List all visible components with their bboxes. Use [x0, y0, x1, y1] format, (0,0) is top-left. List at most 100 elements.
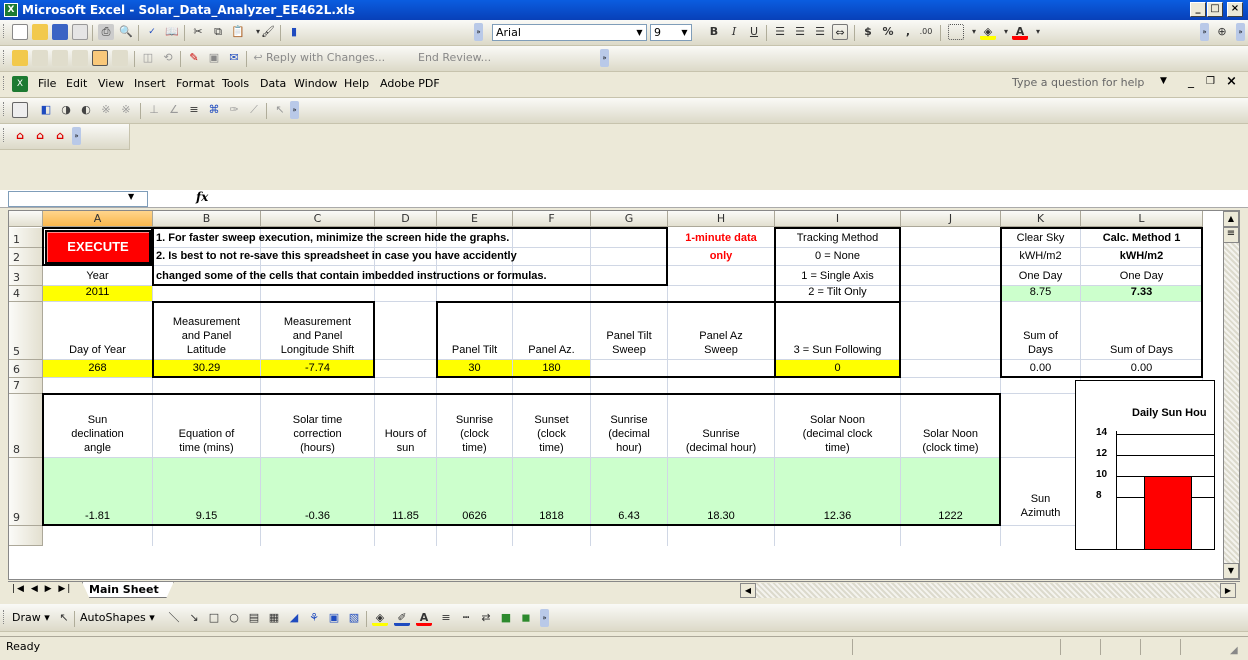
- data-table-icon[interactable]: ※: [98, 102, 114, 118]
- resize-grip[interactable]: ◢: [1230, 641, 1238, 660]
- cell-b8[interactable]: Equation of time (mins): [153, 394, 260, 457]
- cell-d9[interactable]: 11.85: [375, 458, 436, 525]
- workbook-close-icon[interactable]: ×: [1226, 74, 1237, 89]
- bold-icon[interactable]: B: [706, 24, 722, 40]
- underline-icon[interactable]: U: [746, 24, 762, 40]
- cell-h9[interactable]: 18.30: [668, 458, 774, 525]
- menu-data[interactable]: Data: [260, 76, 286, 92]
- font-color-dropdown-icon[interactable]: ▾: [1030, 24, 1046, 40]
- rectangle-icon[interactable]: □: [206, 610, 222, 626]
- cell-g8[interactable]: Sunrise (decimal hour): [591, 394, 667, 457]
- menu-insert[interactable]: Insert: [134, 76, 166, 92]
- toolbar-options-icon[interactable]: »: [290, 101, 299, 119]
- column-header-e[interactable]: E: [437, 211, 513, 227]
- font-name-combo[interactable]: Arial ▼: [492, 24, 647, 41]
- cell-h8[interactable]: Sunrise (decimal hour): [668, 394, 774, 457]
- shape-icon[interactable]: ⌘: [206, 102, 222, 118]
- row-header-8[interactable]: 8: [9, 394, 43, 458]
- new-icon[interactable]: [12, 24, 28, 40]
- cell-f9[interactable]: 1818: [513, 458, 590, 525]
- convert-and-email-icon[interactable]: ⌂: [32, 128, 48, 144]
- menu-format[interactable]: Format: [176, 76, 215, 92]
- select-all-corner[interactable]: [9, 211, 43, 227]
- 3d-icon[interactable]: ◼: [518, 610, 534, 626]
- column-header-l[interactable]: L: [1081, 211, 1203, 227]
- maximize-button[interactable]: □: [1207, 2, 1223, 17]
- column-header-f[interactable]: F: [513, 211, 591, 227]
- cell-i2[interactable]: 0 = None: [775, 248, 900, 265]
- shadow-icon[interactable]: ■: [498, 610, 514, 626]
- workbook-icon[interactable]: X: [12, 76, 28, 92]
- show-all-comments-icon[interactable]: [92, 50, 108, 66]
- increase-decimal-icon[interactable]: .00: [918, 24, 934, 40]
- cell-l3[interactable]: One Day: [1081, 266, 1202, 285]
- sheet-nav-arrows[interactable]: |◀ ◀ ▶ ▶|: [12, 584, 72, 594]
- cell-i4[interactable]: 2 = Tilt Only: [775, 286, 900, 301]
- vertical-scrollbar[interactable]: [1223, 211, 1239, 579]
- toolbar-grip[interactable]: [3, 128, 6, 142]
- column-header-h[interactable]: H: [668, 211, 775, 227]
- align-right-icon[interactable]: ☰: [812, 24, 828, 40]
- italic-icon[interactable]: I: [726, 24, 742, 40]
- cell-a4[interactable]: 2011: [43, 286, 152, 301]
- cell-a9[interactable]: -1.81: [43, 458, 152, 525]
- autoshapes-menu-button[interactable]: AutoShapes ▾: [80, 611, 155, 624]
- save-icon[interactable]: [52, 24, 68, 40]
- cell-i3[interactable]: 1 = Single Axis: [775, 266, 900, 285]
- track-changes-icon[interactable]: ◫: [140, 50, 156, 66]
- paste-icon[interactable]: 📋: [230, 24, 246, 40]
- draw-menu-button[interactable]: Draw ▾: [12, 611, 50, 624]
- research-icon[interactable]: 📖: [164, 24, 180, 40]
- align-left-icon[interactable]: ☰: [772, 24, 788, 40]
- help-toolbar-icon[interactable]: ⊕: [1214, 24, 1230, 40]
- delete-comment-icon[interactable]: [112, 50, 128, 66]
- workbook-restore-icon[interactable]: ❐: [1206, 76, 1215, 87]
- row-header-partial[interactable]: [9, 526, 43, 546]
- reply-icon[interactable]: ↩: [250, 50, 266, 66]
- cell-h1[interactable]: 1-minute data: [668, 228, 774, 247]
- wordart-icon[interactable]: ▦: [266, 610, 282, 626]
- cell-d8[interactable]: Hours of sun: [375, 394, 436, 457]
- menu-file[interactable]: File: [38, 76, 56, 92]
- column-header-c[interactable]: C: [261, 211, 375, 227]
- reply-with-changes-button[interactable]: Reply with Changes...: [266, 51, 385, 64]
- send-icon[interactable]: ✉: [226, 50, 242, 66]
- print-preview-icon[interactable]: 🔍: [118, 24, 134, 40]
- name-box[interactable]: [8, 191, 148, 207]
- cell-c5[interactable]: Measurement and Panel Longitude Shift: [261, 302, 374, 359]
- column-header-b[interactable]: B: [153, 211, 261, 227]
- oval-icon[interactable]: ○: [226, 610, 242, 626]
- execute-button[interactable]: EXECUTE: [45, 230, 151, 264]
- cell-a3[interactable]: Year: [43, 266, 152, 285]
- cut-icon[interactable]: ✂: [190, 24, 206, 40]
- cell-f6[interactable]: 180: [513, 360, 590, 377]
- format-painter-icon[interactable]: 🖌: [260, 24, 276, 40]
- cell-l5[interactable]: Sum of Days: [1081, 302, 1202, 359]
- toolbar-grip[interactable]: [3, 76, 6, 90]
- cell-c6[interactable]: -7.74: [261, 360, 374, 377]
- sheet-tab-main[interactable]: Main Sheet: [82, 582, 174, 598]
- cell-e5[interactable]: Panel Tilt: [437, 302, 512, 359]
- font-size-combo[interactable]: 9 ▼: [650, 24, 692, 41]
- diagram-icon[interactable]: ◢: [286, 610, 302, 626]
- picture-icon[interactable]: ▣: [326, 610, 342, 626]
- scroll-down-button[interactable]: ▼: [1223, 563, 1239, 579]
- fill-color-icon[interactable]: ◈: [980, 24, 996, 40]
- menu-edit[interactable]: Edit: [66, 76, 87, 92]
- convert-to-pdf-icon[interactable]: ⌂: [12, 128, 28, 144]
- toolbar-options-icon[interactable]: »: [600, 49, 609, 67]
- row-header-5[interactable]: 5: [9, 302, 43, 360]
- name-box-dropdown-icon[interactable]: ▼: [128, 192, 134, 201]
- toolbar-grip[interactable]: [3, 24, 6, 38]
- scroll-up-button[interactable]: ▲: [1223, 211, 1239, 227]
- select-objects-icon[interactable]: ↖: [56, 610, 72, 626]
- cell-k6[interactable]: 0.00: [1001, 360, 1080, 377]
- cell-a6[interactable]: 268: [43, 360, 152, 377]
- toolbar-grip[interactable]: [3, 610, 6, 624]
- cell-c9[interactable]: -0.36: [261, 458, 374, 525]
- scroll-left-button[interactable]: ◀: [740, 583, 756, 598]
- cell-a8[interactable]: Sun declination angle: [43, 394, 152, 457]
- permission-icon[interactable]: [72, 24, 88, 40]
- row-header-3[interactable]: 3: [9, 266, 43, 286]
- prev-comment-icon[interactable]: [32, 50, 48, 66]
